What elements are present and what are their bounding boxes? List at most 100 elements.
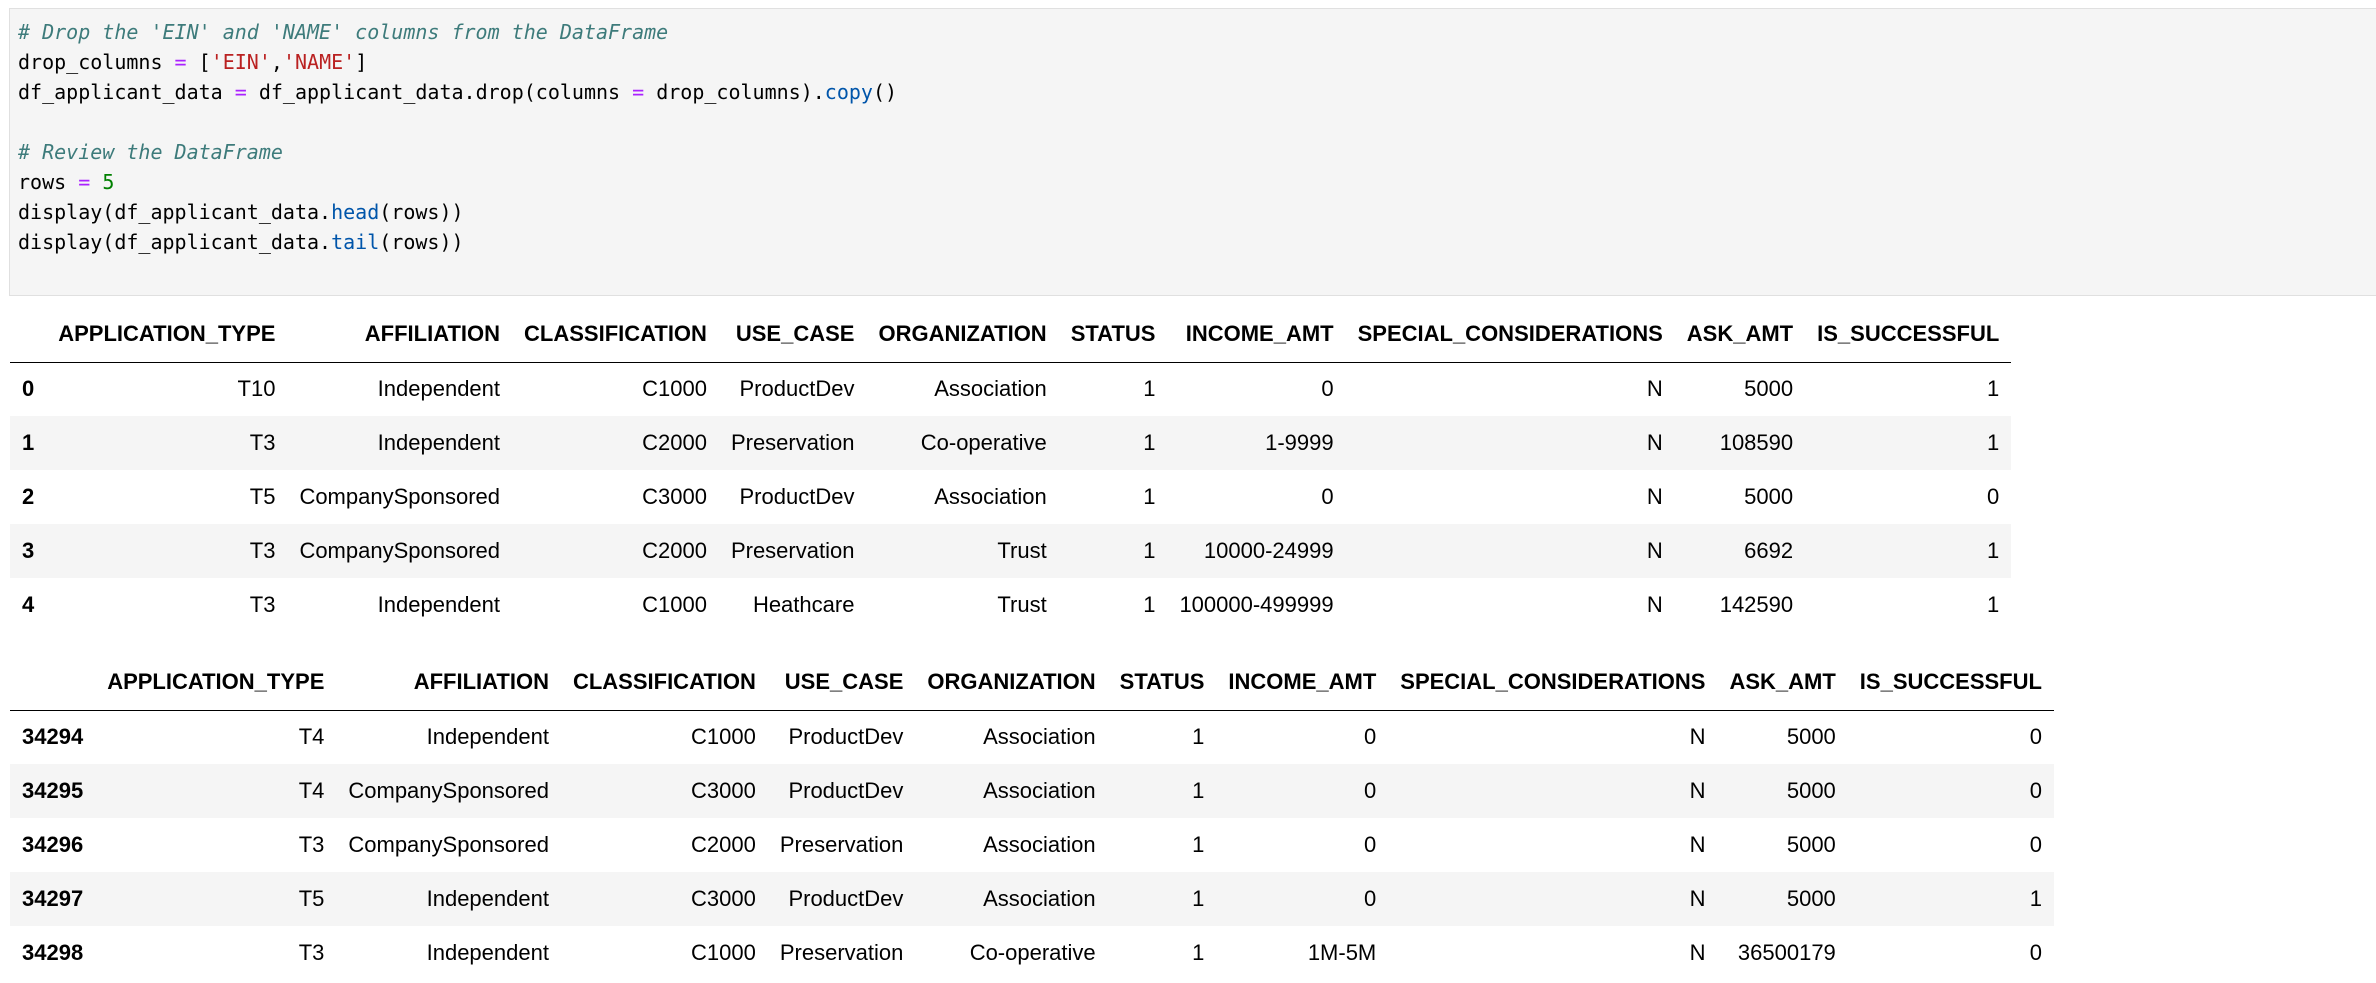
table-cell: 0 [1364,832,1377,857]
table-cell: 0 [2029,940,2042,965]
table-cell: N [1689,778,1706,803]
table-cell: Association [983,886,1096,911]
column-header: SPECIAL_CONSIDERATIONS [1357,320,1663,346]
table-cell: T3 [298,832,325,857]
column-header: SPECIAL_CONSIDERATIONS [1400,668,1706,694]
table-cell: 1 [1192,724,1205,750]
table-cell: 6692 [1744,538,1794,563]
table-cell: T4 [298,724,325,750]
row-index: 34296 [22,832,84,857]
table-cell: Independent [426,886,549,911]
table-cell: 1-9999 [1265,430,1334,455]
table-cell: N [1689,886,1706,911]
table-cell: T4 [298,778,325,803]
row-index: 0 [22,376,35,402]
column-header: ORGANIZATION [927,668,1096,694]
code-line: drop_columns = ['EIN','NAME'] [18,47,897,77]
code-token: 'NAME' [282,50,356,74]
code-token: rows [18,170,79,194]
table-cell: N [1646,484,1663,509]
table-cell: 5000 [1786,832,1836,857]
table-cell: 5000 [1744,484,1794,509]
column-header: AFFILIATION [413,668,549,694]
table-cell: 0 [1321,376,1334,402]
table-cell: Co-operative [920,430,1047,455]
table-cell: 1 [1143,538,1156,563]
code-token: , [270,50,283,74]
code-token: () [872,80,898,104]
code-token: drop_columns). [644,80,825,104]
code-cell[interactable]: # Drop the 'EIN' and 'NAME' columns from… [9,8,2376,296]
table-cell: 1 [1192,832,1205,857]
code-token: [ [186,50,211,74]
table-cell: 5000 [1744,376,1794,402]
table-cell: ProductDev [788,778,904,803]
table-cell: Co-operative [969,940,1096,965]
table-cell: ProductDev [788,886,904,911]
column-header: AFFILIATION [364,320,501,346]
code-token: (rows)) [379,200,464,224]
table-cell: T3 [249,430,276,455]
code-token: # Review the DataFrame [18,140,283,164]
code-token: display(df_applicant_data. [18,200,332,224]
code-token: ] [355,50,368,74]
table-cell: 0 [1364,886,1377,911]
table-cell: 1 [1987,538,2000,563]
table-cell: 0 [2029,832,2042,857]
table-cell: CompanySponsored [348,778,549,803]
code-editor[interactable]: # Drop the 'EIN' and 'NAME' columns from… [18,17,897,257]
index-header [10,306,46,362]
table-cell: 0 [1987,484,2000,509]
column-header: USE_CASE [784,668,904,694]
table-cell: ProductDev [739,484,855,509]
column-header: IS_SUCCESSFUL [1817,320,2000,346]
table-cell: T10 [237,376,276,402]
code-token: = [78,170,91,194]
table-cell: Independent [426,940,549,965]
table-cell: C3000 [691,778,756,803]
table-cell: 0 [1364,778,1377,803]
table-row: 4 T3 Independent C1000 Heathcare Trust 1 100000… [10,578,2012,632]
row-index: 34294 [22,724,84,750]
table-cell: Preservation [779,940,904,965]
table-cell: 1 [1987,430,2000,455]
table-cell: C1000 [691,940,756,965]
table-cell: T3 [298,940,325,965]
table-cell: C3000 [691,886,756,911]
column-header: IS_SUCCESSFUL [1859,668,2042,694]
table-cell: N [1646,592,1663,617]
code-token: = [174,50,187,74]
table-cell: 0 [2029,724,2042,750]
table-cell: C3000 [642,484,707,509]
table-cell: N [1689,724,1706,750]
table-cell: 1M-5M [1307,940,1377,965]
row-index: 34298 [22,940,84,965]
table-cell: C1000 [642,376,707,402]
table-row: 34297 T5 Independent C3000 ProductDev Associa… [10,872,2054,926]
table-cell: Association [934,376,1047,402]
table-cell: CompanySponsored [299,538,501,563]
column-header: CLASSIFICATION [524,320,707,346]
table-cell: 1 [1987,592,2000,617]
column-header: CLASSIFICATION [572,668,756,694]
table-row: 34294 T4 Independent C1000 ProductDev Associa… [10,710,2054,764]
table-row: 0 T10 Independent C1000 ProductDev Associatio… [10,362,2012,416]
table-row: 3 T3 CompanySponsored C2000 Preservation Trus… [10,524,2012,578]
code-token: copy [824,80,873,104]
table-cell: T5 [249,484,276,509]
code-token: df_applicant_data.drop(columns [246,80,633,104]
code-token: # Drop the 'EIN' and 'NAME' columns from… [18,20,669,44]
table-cell: C2000 [642,538,707,563]
table-cell: Association [934,484,1047,509]
column-header: APPLICATION_TYPE [58,320,276,346]
table-cell: T5 [298,886,325,911]
column-header: INCOME_AMT [1185,320,1334,346]
table-cell: 36500179 [1737,940,1836,965]
table-cell: 1 [1192,886,1205,911]
table-cell: T3 [249,538,276,563]
code-token: (rows)) [379,230,464,254]
table-cell: N [1646,376,1663,402]
table-cell: T3 [249,592,276,617]
table-cell: 142590 [1719,592,1794,617]
